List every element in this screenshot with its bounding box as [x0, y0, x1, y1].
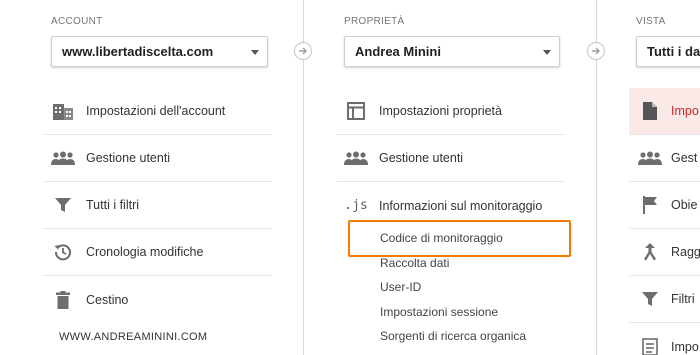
view-section-label: VISTA	[636, 16, 666, 27]
menu-item-label: Informazioni sul monitoraggio	[379, 198, 543, 213]
menu-item-label: Obie	[671, 198, 698, 212]
submenu-item-organic-search-sources[interactable]: Sorgenti di ricerca organica	[337, 324, 565, 349]
arrow-right-icon	[587, 42, 605, 60]
menu-item-label: Gest	[671, 151, 698, 165]
property-selected-value: Andrea Minini	[355, 44, 441, 59]
menu-item-label: Impo	[671, 104, 699, 118]
menu-item-property-settings[interactable]: Impostazioni proprietà	[337, 88, 565, 135]
people-icon	[343, 148, 369, 168]
view-column: VISTA Tutti i da Impo Gest Obie Ragg Fil…	[629, 0, 700, 355]
column-separator-2	[587, 0, 605, 355]
submenu-item-session-settings[interactable]: Impostazioni sessione	[337, 300, 565, 325]
view-selector[interactable]: Tutti i da	[636, 36, 700, 67]
property-menu: Impostazioni proprietà Gestione utenti .…	[337, 88, 565, 349]
chevron-down-icon	[251, 50, 259, 55]
filter-icon	[637, 289, 663, 309]
chevron-down-icon	[543, 50, 551, 55]
menu-item-account-settings[interactable]: Impostazioni dell'account	[44, 88, 272, 135]
people-icon	[50, 148, 76, 168]
account-section-label: ACCOUNT	[51, 16, 103, 27]
property-section-label: PROPRIETÀ	[344, 16, 405, 27]
menu-item-view-filters[interactable]: Filtri	[629, 276, 700, 323]
highlight-box	[348, 220, 571, 257]
menu-item-view-users[interactable]: Gest	[629, 135, 700, 182]
menu-item-label: Tutti i filtri	[86, 198, 140, 212]
menu-item-goals[interactable]: Obie	[629, 182, 700, 229]
menu-item-label: Impostazioni proprietà	[379, 104, 502, 118]
filter-icon	[50, 195, 76, 215]
view-menu: Impo Gest Obie Ragg Filtri Impo	[629, 88, 700, 355]
account-column: ACCOUNT www.libertadiscelta.com Impostaz…	[44, 0, 272, 355]
merge-icon	[637, 242, 663, 262]
flag-icon	[637, 195, 663, 215]
arrow-right-icon	[294, 42, 312, 60]
menu-item-change-history[interactable]: Cronologia modifiche	[44, 229, 272, 276]
history-icon	[50, 242, 76, 262]
view-selected-value: Tutti i da	[647, 44, 700, 59]
menu-item-label: Gestione utenti	[86, 151, 171, 165]
menu-item-label: Impostazioni dell'account	[86, 104, 226, 118]
people-icon	[637, 148, 663, 168]
menu-item-view-settings[interactable]: Impo	[629, 88, 700, 135]
account-menu: Impostazioni dell'account Gestione utent…	[44, 88, 272, 323]
menu-item-grouping[interactable]: Ragg	[629, 229, 700, 276]
building-icon	[50, 101, 76, 121]
menu-item-user-management[interactable]: Gestione utenti	[44, 135, 272, 182]
menu-item-label: Impo	[671, 339, 699, 354]
property-column: PROPRIETÀ Andrea Minini Impostazioni pro…	[337, 0, 571, 355]
document-icon	[637, 101, 663, 121]
settings-list-icon	[637, 337, 663, 355]
menu-item-label: Ragg	[671, 245, 700, 259]
menu-item-trash[interactable]: Cestino	[44, 276, 272, 323]
watermark-text: WWW.ANDREAMININI.COM	[59, 331, 208, 343]
menu-item-label: Cestino	[86, 292, 129, 307]
submenu-item-user-id[interactable]: User-ID	[337, 275, 565, 300]
window-icon	[343, 101, 369, 121]
menu-item-view-other-settings[interactable]: Impo	[629, 323, 700, 355]
menu-item-label: Filtri	[671, 292, 695, 306]
menu-item-label: Gestione utenti	[379, 151, 464, 165]
trash-icon	[50, 290, 76, 310]
menu-item-all-filters[interactable]: Tutti i filtri	[44, 182, 272, 229]
account-selected-value: www.libertadiscelta.com	[62, 44, 214, 59]
account-selector[interactable]: www.libertadiscelta.com	[51, 36, 268, 67]
property-selector[interactable]: Andrea Minini	[344, 36, 560, 67]
menu-item-property-users[interactable]: Gestione utenti	[337, 135, 565, 182]
menu-item-label: Cronologia modifiche	[86, 245, 204, 259]
column-separator-1	[294, 0, 312, 355]
js-icon: .js	[344, 198, 368, 213]
